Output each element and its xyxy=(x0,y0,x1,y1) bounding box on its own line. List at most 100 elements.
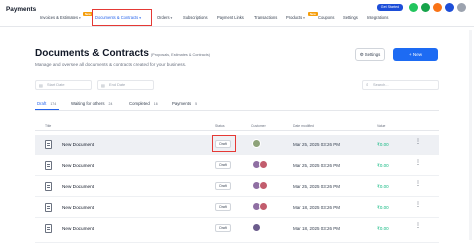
document-value: ₹0.00 xyxy=(377,205,389,210)
table-row[interactable]: New Document Draft Mar 18, 2025 03:26 PM… xyxy=(35,219,439,243)
status-badge: Draft xyxy=(215,182,231,190)
calendar-icon: ▤ xyxy=(39,83,43,88)
more-options-icon[interactable]: ⋮ xyxy=(415,139,421,145)
document-title[interactable]: New Document xyxy=(62,163,94,168)
table-row[interactable]: New Document Draft Mar 25, 2025 03:26 PM… xyxy=(35,177,439,197)
more-options-icon[interactable]: ⋮ xyxy=(415,181,421,187)
column-header-title: Title xyxy=(45,124,52,128)
document-value: ₹0.00 xyxy=(377,163,389,168)
notification-bell-icon[interactable] xyxy=(433,3,442,12)
nav-item-subscriptions[interactable]: Subscriptions xyxy=(183,15,208,20)
nav-item-payment-links[interactable]: Payment Links xyxy=(217,15,244,20)
nav-item-transactions[interactable]: Transactions xyxy=(254,15,277,20)
calendar-icon: ▤ xyxy=(101,83,105,88)
nav-item-label: Invoices & Estimates xyxy=(40,15,78,20)
page-subtitle: (Proposals, Estimates & Contracts) xyxy=(150,53,210,57)
customer-avatar xyxy=(252,223,261,232)
tab-count: 5 xyxy=(195,102,198,106)
date-modified: Mar 25, 2025 03:26 PM xyxy=(293,184,341,189)
search-input[interactable]: ⌕ Search... xyxy=(362,80,439,90)
gear-icon: ⚙ xyxy=(359,52,364,57)
column-header-customer: Customer xyxy=(251,124,266,128)
nav-item-settings[interactable]: Settings xyxy=(343,15,358,20)
tab-count: 24 xyxy=(108,102,113,106)
date-modified: Mar 25, 2025 03:26 PM xyxy=(293,142,341,147)
tab-label: Payments xyxy=(172,101,192,106)
end-date-field[interactable]: ▤ End Date xyxy=(97,80,154,90)
customer-avatar xyxy=(259,181,268,190)
status-highlight-box xyxy=(212,135,236,152)
status-badge: Draft xyxy=(215,161,231,169)
start-date-field[interactable]: ▤ Start Date xyxy=(35,80,92,90)
customer-avatar xyxy=(259,202,268,211)
tab-label: Draft xyxy=(37,101,47,106)
nav-highlight-box xyxy=(92,9,152,26)
document-title[interactable]: New Document xyxy=(62,205,94,210)
table-row[interactable]: New Document Draft Mar 18, 2025 03:26 PM… xyxy=(35,198,439,218)
search-placeholder: Search... xyxy=(373,82,389,87)
table-row[interactable]: New Document Draft Mar 25, 2025 03:26 PM… xyxy=(35,135,439,155)
settings-button-label: Settings xyxy=(364,52,381,57)
tabs-divider xyxy=(35,110,439,111)
more-options-icon[interactable]: ⋮ xyxy=(415,223,421,229)
settings-button[interactable]: ⚙ Settings xyxy=(355,48,385,61)
document-title[interactable]: New Document xyxy=(62,226,94,231)
page-scrollbar[interactable] xyxy=(469,30,472,240)
column-header-value: Value xyxy=(377,124,386,128)
nav-item-label: Orders xyxy=(157,15,170,20)
document-title[interactable]: New Document xyxy=(62,142,94,147)
top-navigation-bar: Payments Invoices & Estimates▾ New Docum… xyxy=(0,0,474,27)
status-badge: Draft xyxy=(215,224,231,232)
get-started-button[interactable]: Get Started xyxy=(377,4,403,11)
tab-count: 16 xyxy=(153,102,158,106)
nav-item-orders[interactable]: Orders▾ xyxy=(157,15,172,20)
nav-item-integrations[interactable]: Integrations xyxy=(367,15,388,20)
document-value: ₹0.00 xyxy=(377,226,389,231)
tab-label: Waiting for others xyxy=(71,101,105,106)
page-description: Manage and oversee all documents & contr… xyxy=(35,62,187,67)
new-document-button[interactable]: + New xyxy=(393,48,438,61)
customer-avatar xyxy=(259,160,268,169)
help-icon[interactable] xyxy=(445,3,454,12)
tab-draft[interactable]: Draft 174 xyxy=(37,101,56,106)
nav-item-label: Products xyxy=(286,15,303,20)
document-title[interactable]: New Document xyxy=(62,184,94,189)
new-badge: New xyxy=(308,12,318,16)
tab-completed[interactable]: Completed 16 xyxy=(129,101,158,106)
chat-icon[interactable] xyxy=(421,3,430,12)
column-header-date-modified: Date modified xyxy=(293,124,314,128)
nav-item-coupons[interactable]: Coupons xyxy=(318,15,334,20)
column-header-status: Status xyxy=(215,124,225,128)
chevron-down-icon: ▾ xyxy=(303,16,305,20)
chevron-down-icon: ▾ xyxy=(79,16,81,20)
user-avatar[interactable] xyxy=(457,3,466,12)
search-icon: ⌕ xyxy=(366,82,369,87)
status-badge: Draft xyxy=(215,203,231,211)
end-date-placeholder: End Date xyxy=(109,82,126,87)
more-options-icon[interactable]: ⋮ xyxy=(415,160,421,166)
nav-item-invoices-estimates[interactable]: Invoices & Estimates▾ xyxy=(40,15,81,20)
tab-count: 174 xyxy=(50,102,57,106)
document-icon xyxy=(45,140,52,149)
tab-payments[interactable]: Payments 5 xyxy=(172,101,197,106)
document-icon xyxy=(45,224,52,233)
table-header: Title Status Customer Date modified Valu… xyxy=(35,121,439,131)
page-title-text: Documents & Contracts xyxy=(35,48,149,59)
date-modified: Mar 18, 2025 03:26 PM xyxy=(293,226,341,231)
new-button-label: New xyxy=(412,52,423,57)
start-date-placeholder: Start Date xyxy=(47,82,65,87)
page-title: Documents & Contracts (Proposals, Estimat… xyxy=(35,48,210,59)
app-title: Payments xyxy=(6,6,37,13)
plus-icon: + xyxy=(408,52,412,57)
nav-divider xyxy=(0,26,474,27)
table-row[interactable]: New Document Draft Mar 25, 2025 03:26 PM… xyxy=(35,156,439,176)
document-value: ₹0.00 xyxy=(377,184,389,189)
more-options-icon[interactable]: ⋮ xyxy=(415,202,421,208)
tab-label: Completed xyxy=(129,101,150,106)
document-icon xyxy=(45,182,52,191)
document-value: ₹0.00 xyxy=(377,142,389,147)
customer-avatar xyxy=(252,139,261,148)
tab-waiting-for-others[interactable]: Waiting for others 24 xyxy=(71,101,112,106)
nav-item-products[interactable]: Products▾ xyxy=(286,15,305,20)
phone-icon[interactable] xyxy=(409,3,418,12)
